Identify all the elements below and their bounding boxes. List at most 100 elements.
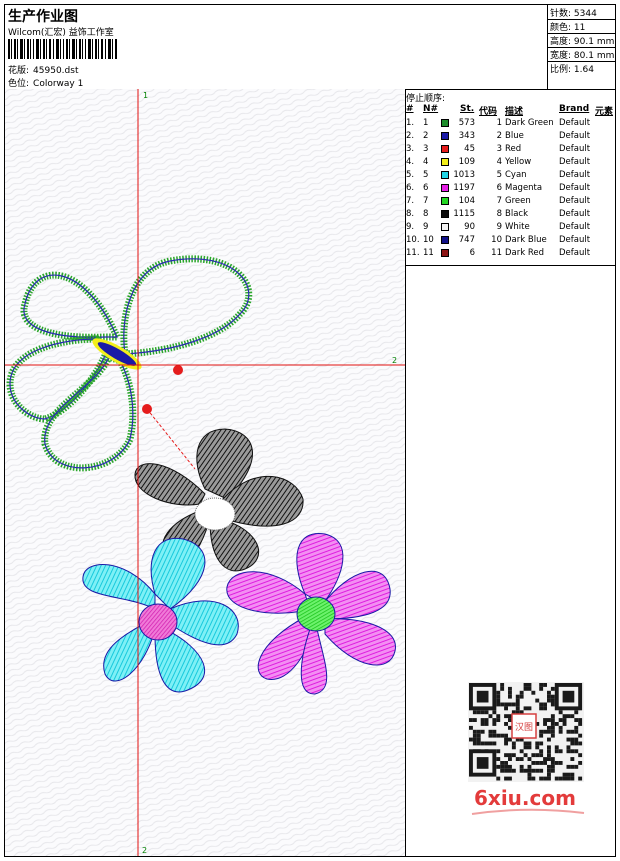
cell-brand: Default xyxy=(559,131,591,141)
cell-st: 747 xyxy=(458,235,475,245)
table-row: 11. 11 6 11 Dark Red Default xyxy=(405,247,615,260)
cell-num: 4. xyxy=(406,157,415,167)
cell-code: 11 xyxy=(491,248,502,258)
cell-n: 9 xyxy=(423,222,429,232)
color-swatch xyxy=(441,132,449,140)
cell-st: 1197 xyxy=(453,183,475,193)
stat-stitches: 针数: 5344 xyxy=(550,9,597,19)
stat-scale: 比例: 1.64 xyxy=(550,65,594,75)
color-swatch xyxy=(441,223,449,231)
watermark-swoosh xyxy=(471,808,585,815)
cell-brand: Default xyxy=(559,222,591,232)
cell-code: 4 xyxy=(496,157,502,167)
cell-desc: Dark Red xyxy=(505,248,545,258)
stop-sequence-title: 停止顺序: xyxy=(406,94,446,104)
color-swatch xyxy=(441,145,449,153)
cell-n: 5 xyxy=(423,170,429,180)
table-row: 7. 7 104 7 Green Default xyxy=(405,195,615,208)
cell-num: 3. xyxy=(406,144,415,154)
color-swatch xyxy=(441,210,449,218)
cell-code: 5 xyxy=(496,170,502,180)
watermark-text: 6xiu.com xyxy=(474,786,576,810)
colorway-label: 色位: xyxy=(8,79,30,89)
color-swatch xyxy=(441,184,449,192)
col-stitches: St. xyxy=(460,104,475,114)
color-swatch xyxy=(441,171,449,179)
table-row: 2. 2 343 2 Blue Default xyxy=(405,130,615,143)
table-row: 8. 8 1115 8 Black Default xyxy=(405,208,615,221)
svg-text:汉图: 汉图 xyxy=(515,722,533,733)
cell-st: 109 xyxy=(458,157,475,167)
axis-label-bottom: 2 xyxy=(142,846,147,855)
col-num: # xyxy=(406,104,414,114)
file-name-row: 花版: 45950.dst xyxy=(8,63,78,76)
cell-brand: Default xyxy=(559,209,591,219)
table-row: 4. 4 109 4 Yellow Default xyxy=(405,156,615,169)
cell-st: 343 xyxy=(458,131,475,141)
cell-n: 4 xyxy=(423,157,429,167)
barcode xyxy=(8,39,117,59)
cell-code: 3 xyxy=(496,144,502,154)
color-swatch xyxy=(441,249,449,257)
header: 生产作业图 Wilcom(汇宏) 益饰工作室 花版: 45950.dst 色位:… xyxy=(5,5,616,90)
color-swatch xyxy=(441,158,449,166)
file-name: 45950.dst xyxy=(33,66,79,76)
stat-colors: 颜色: 11 xyxy=(550,23,586,33)
company-name: Wilcom(汇宏) 益饰工作室 xyxy=(8,28,114,38)
colorway-name: Colorway 1 xyxy=(33,79,84,89)
cell-num: 9. xyxy=(406,222,415,232)
cell-code: 10 xyxy=(491,235,502,245)
cell-st: 1013 xyxy=(453,170,475,180)
cell-code: 8 xyxy=(496,209,502,219)
embroidery-preview: 1 2 2 xyxy=(5,89,405,856)
cell-num: 8. xyxy=(406,209,415,219)
cell-n: 10 xyxy=(423,235,434,245)
cell-n: 11 xyxy=(423,248,434,258)
design-canvas[interactable]: 1 2 2 xyxy=(5,89,406,856)
cell-desc: Green xyxy=(505,196,531,206)
design-stats: 针数: 5344 颜色: 11 高度: 90.1 mm 宽度: 80.1 mm … xyxy=(547,5,616,89)
stat-height: 高度: 90.1 mm xyxy=(550,37,615,47)
file-label: 花版: xyxy=(8,66,30,76)
cell-num: 5. xyxy=(406,170,415,180)
cell-desc: White xyxy=(505,222,530,232)
table-row: 5. 5 1013 5 Cyan Default xyxy=(405,169,615,182)
cell-desc: Red xyxy=(505,144,522,154)
color-swatch xyxy=(441,236,449,244)
cell-brand: Default xyxy=(559,170,591,180)
cell-st: 573 xyxy=(458,118,475,128)
col-n: N# xyxy=(423,104,439,114)
cell-num: 1. xyxy=(406,118,415,128)
cell-num: 2. xyxy=(406,131,415,141)
cell-brand: Default xyxy=(559,183,591,193)
color-swatch xyxy=(441,119,449,127)
axis-label-top: 1 xyxy=(143,91,148,100)
table-row: 6. 6 1197 6 Magenta Default xyxy=(405,182,615,195)
col-desc: 描述 xyxy=(505,107,524,117)
cell-num: 10. xyxy=(406,235,420,245)
cell-desc: Dark Blue xyxy=(505,235,547,245)
cell-brand: Default xyxy=(559,118,591,128)
cell-n: 3 xyxy=(423,144,429,154)
cell-num: 11. xyxy=(406,248,420,258)
cell-n: 6 xyxy=(423,183,429,193)
cell-desc: Blue xyxy=(505,131,524,141)
cell-code: 2 xyxy=(496,131,502,141)
cell-brand: Default xyxy=(559,235,591,245)
col-code: 代码 xyxy=(479,107,498,117)
cell-st: 1115 xyxy=(453,209,475,219)
cell-desc: Black xyxy=(505,209,528,219)
table-row: 3. 3 45 3 Red Default xyxy=(405,143,615,156)
cell-brand: Default xyxy=(559,144,591,154)
cell-desc: Magenta xyxy=(505,183,543,193)
cell-brand: Default xyxy=(559,157,591,167)
cell-code: 6 xyxy=(496,183,502,193)
cell-num: 6. xyxy=(406,183,415,193)
cell-st: 6 xyxy=(469,248,475,258)
cell-code: 7 xyxy=(496,196,502,206)
page-title: 生产作业图 xyxy=(8,9,78,25)
colorway-row: 色位: Colorway 1 xyxy=(8,76,83,89)
cell-n: 2 xyxy=(423,131,429,141)
col-brand: Brand xyxy=(559,104,590,114)
stat-width: 宽度: 80.1 mm xyxy=(550,51,615,61)
